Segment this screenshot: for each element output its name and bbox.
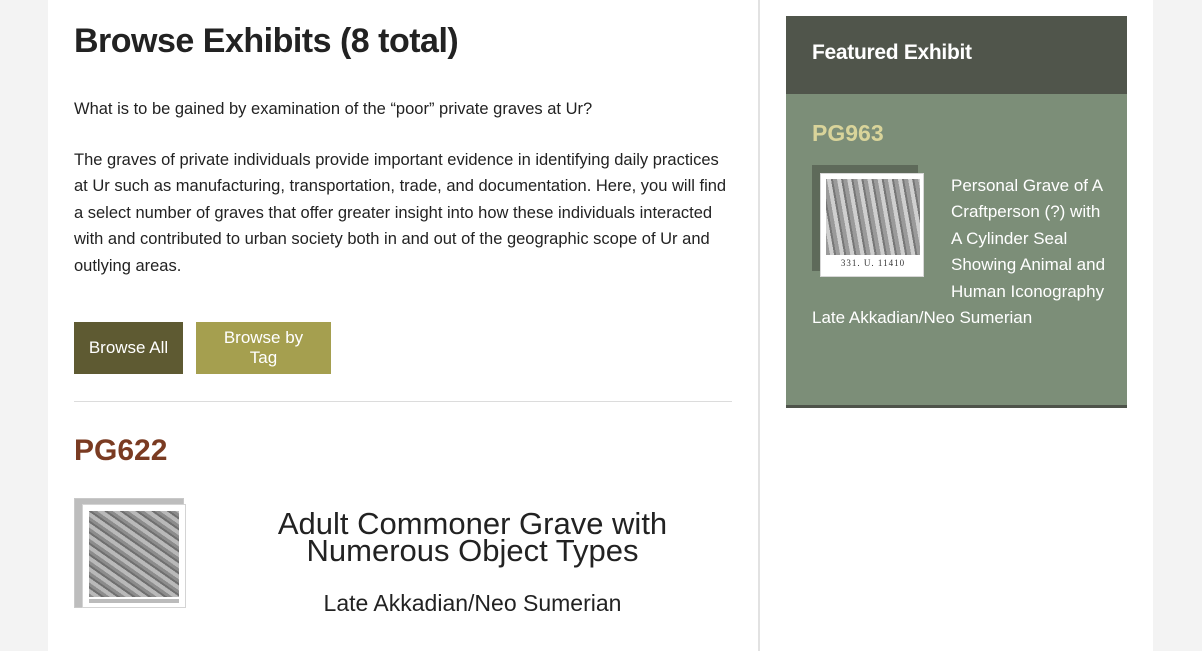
column-divider xyxy=(758,0,760,651)
featured-exhibit-heading: Featured Exhibit xyxy=(812,41,972,64)
photo-caption-strip xyxy=(89,599,179,603)
featured-exhibit-panel: Featured Exhibit PG963 331. U. 11410 Per… xyxy=(786,16,1127,408)
exhibit-id-link[interactable]: PG622 xyxy=(74,434,167,468)
exhibit-thumbnail[interactable] xyxy=(74,498,188,612)
grave-photo-image xyxy=(89,511,179,597)
exhibit-title[interactable]: Adult Commoner Grave with Numerous Objec… xyxy=(220,508,725,566)
featured-exhibit-header: Featured Exhibit xyxy=(786,16,1127,94)
intro-question: What is to be gained by examination of t… xyxy=(74,100,593,118)
featured-exhibit-id-link[interactable]: PG963 xyxy=(812,120,884,147)
section-divider xyxy=(74,401,732,402)
thumbnail-card xyxy=(82,504,186,608)
browse-all-button[interactable]: Browse All xyxy=(74,322,183,374)
exhibit-period: Late Akkadian/Neo Sumerian xyxy=(323,590,622,616)
featured-exhibit-description: Personal Grave of A Craftperson (?) with… xyxy=(812,173,1112,331)
intro-paragraph: The graves of private individuals provid… xyxy=(74,151,727,275)
page-title: Browse Exhibits (8 total) xyxy=(74,22,459,60)
browse-by-tag-button[interactable]: Browse by Tag xyxy=(196,322,331,374)
